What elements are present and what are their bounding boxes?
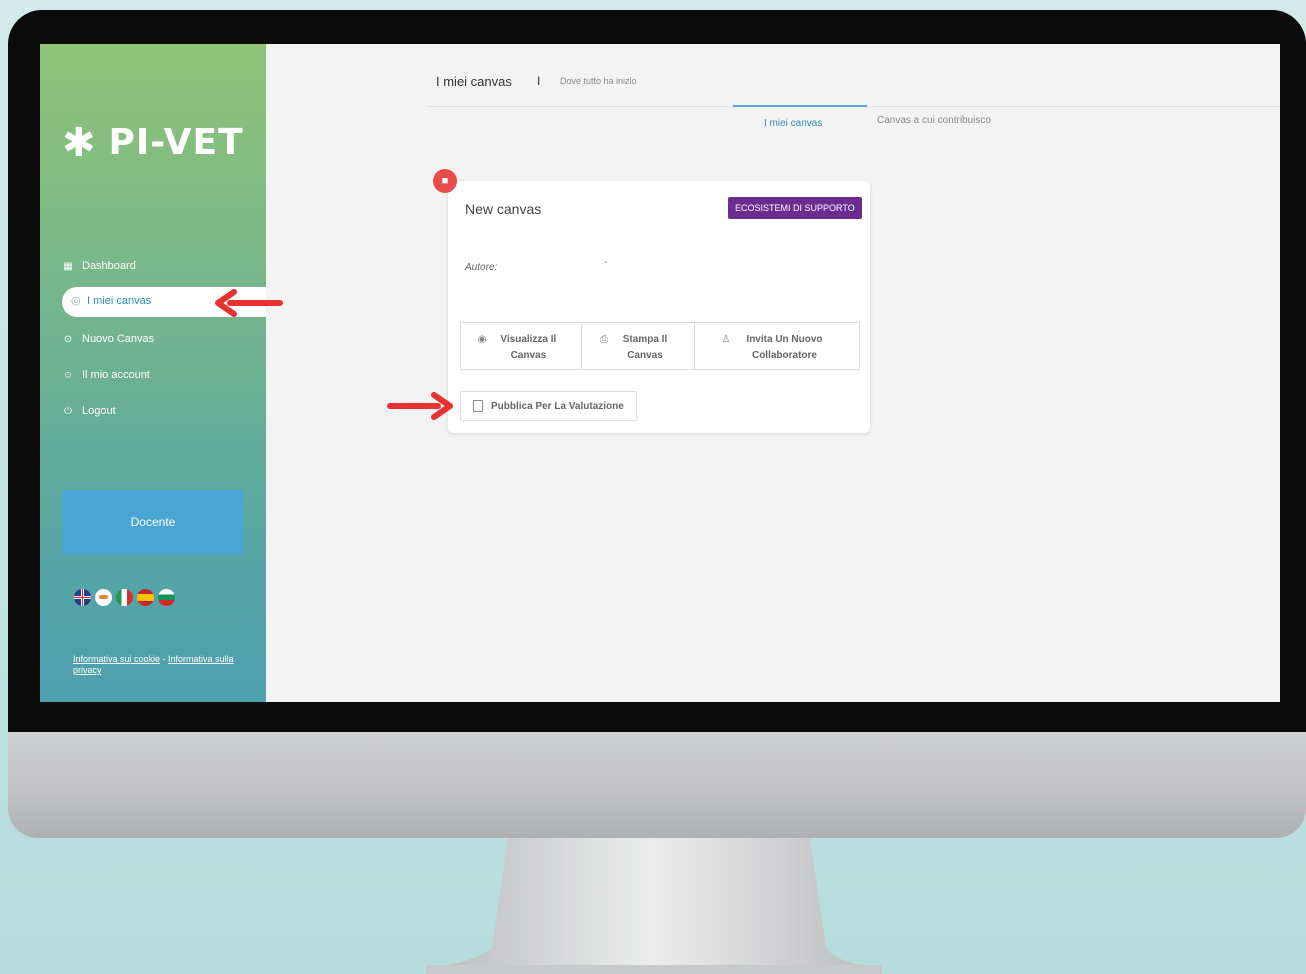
pi-vet-logo[interactable]: ✱ PI-VET (62, 122, 244, 163)
sidebar-item-label: Dashboard (82, 260, 136, 272)
header-separator: I (537, 74, 541, 88)
invite-collaborator-label: Invita Un Nuovo Collaboratore (746, 334, 823, 361)
annotation-arrow-left-icon (215, 289, 283, 317)
sidebar-item-label: Nuovo Canvas (82, 333, 155, 345)
page-title: I miei canvas (436, 74, 512, 89)
logo-text: PI-VET (108, 122, 244, 163)
footer-separator: - (160, 654, 169, 664)
sidebar-item-label: Il mio account (82, 369, 150, 381)
globe-icon: ◎ (71, 295, 81, 307)
monitor-chin (8, 732, 1306, 838)
logo-asterisk-icon: ✱ (62, 119, 97, 166)
delete-canvas-button[interactable]: ■ (433, 169, 457, 193)
page-subtitle: Dove tutto ha inizio (560, 76, 637, 86)
sidebar-item-logout[interactable]: ⏻ Logout (62, 400, 116, 422)
author-label: Autore: (465, 262, 498, 273)
user-icon: ♙ (721, 334, 731, 345)
active-tab-indicator (733, 105, 867, 107)
cyprus-flag-icon[interactable] (95, 589, 112, 606)
power-icon: ⏻ (64, 405, 72, 417)
tab-my-canvas[interactable]: I miei canvas (764, 118, 822, 129)
sidebar-item-dashboard[interactable]: ▦ Dashboard (62, 255, 136, 277)
app-screen: ✱ PI-VET ▦ Dashboard ◎ I miei canvas ⊙ N… (40, 44, 1280, 702)
publish-for-evaluation-button[interactable]: Pubblica Per La Valutazione (460, 391, 637, 421)
sidebar-item-new-canvas[interactable]: ⊙ Nuovo Canvas (62, 328, 154, 350)
print-canvas-label: Stampa Il Canvas (622, 334, 668, 361)
cookie-policy-link[interactable]: Informativa sui cookie (73, 654, 160, 664)
document-icon (473, 400, 483, 412)
invite-collaborator-button[interactable]: ♙ Invita Un Nuovo Collaboratore (695, 323, 859, 369)
sidebar-item-label: I miei canvas (87, 295, 152, 307)
sidebar-item-label: Logout (82, 405, 116, 417)
monitor-stand (426, 838, 882, 974)
annotation-arrow-right-icon (387, 392, 453, 420)
view-canvas-button[interactable]: ◉ Visualizza Il Canvas (461, 323, 582, 369)
canvas-actions: ◉ Visualizza Il Canvas ⎙ Stampa Il Canva… (460, 322, 860, 370)
footer-links: Informativa sui cookie - Informativa sul… (73, 654, 263, 676)
spain-flag-icon[interactable] (137, 589, 154, 606)
user-icon: ☺ (62, 369, 74, 381)
tab-contributed-canvas[interactable]: Canvas a cui contribuisco (877, 115, 991, 126)
plus-circle-icon: ⊙ (63, 333, 73, 345)
italy-flag-icon[interactable] (116, 589, 133, 606)
eye-icon: ◉ (477, 334, 487, 345)
role-box[interactable]: Docente (62, 490, 244, 554)
uk-flag-icon[interactable] (74, 589, 91, 606)
trash-icon: ■ (441, 175, 449, 187)
role-label: Docente (130, 515, 176, 529)
print-canvas-button[interactable]: ⎙ Stampa Il Canvas (582, 323, 695, 369)
language-selector (74, 589, 175, 606)
category-badge: ECOSISTEMI DI SUPPORTO (728, 197, 862, 219)
canvas-title[interactable]: New canvas (465, 201, 541, 217)
print-icon: ⎙ (600, 334, 608, 345)
dashboard-grid-icon: ▦ (63, 260, 73, 272)
bulgaria-flag-icon[interactable] (158, 589, 175, 606)
canvas-card: New canvas ECOSISTEMI DI SUPPORTO Autore… (448, 181, 870, 433)
sidebar-item-account[interactable]: ☺ Il mio account (62, 364, 150, 386)
author-value: - (604, 257, 608, 268)
view-canvas-label: Visualizza Il Canvas (500, 334, 557, 361)
publish-label: Pubblica Per La Valutazione (491, 400, 624, 412)
sidebar: ✱ PI-VET ▦ Dashboard ◎ I miei canvas ⊙ N… (40, 44, 266, 702)
